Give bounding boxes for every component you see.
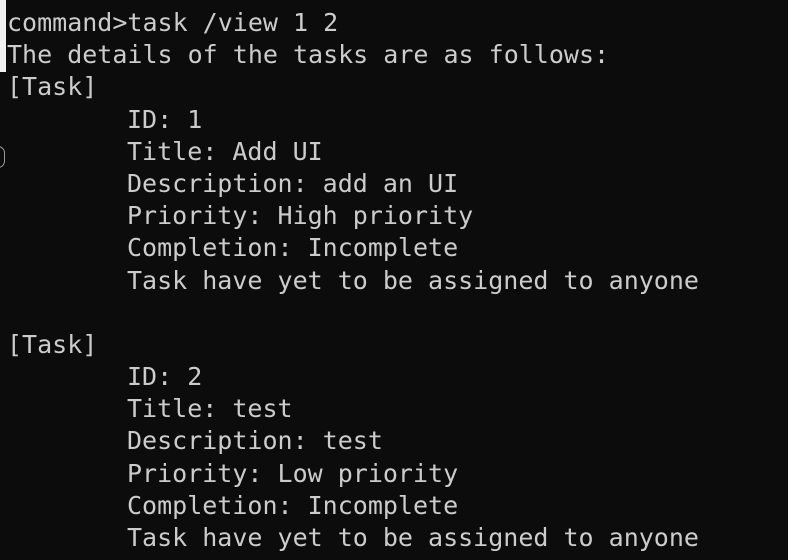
terminal-output: command>task /view 1 2 The details of th… <box>7 7 788 554</box>
edge-marker-icon <box>0 146 5 168</box>
task-title: Title: test <box>127 394 293 424</box>
task-assignment: Task have yet to be assigned to anyone <box>127 265 699 295</box>
terminal-window[interactable]: command>task /view 1 2 The details of th… <box>0 0 788 560</box>
task-title: Title: Add UI <box>127 136 323 166</box>
output-intro: The details of the tasks are as follows: <box>7 40 610 70</box>
task-description: Description: add an UI <box>127 168 459 198</box>
window-edge <box>0 0 6 72</box>
task-id: ID: 2 <box>127 362 203 392</box>
task-completion: Completion: Incomplete <box>127 490 459 520</box>
command-prompt-line[interactable]: command>task /view 1 2 <box>7 7 788 39</box>
task-id: ID: 1 <box>127 104 203 134</box>
task-priority: Priority: Low priority <box>127 458 459 488</box>
task-completion: Completion: Incomplete <box>127 233 459 263</box>
task-assignment: Task have yet to be assigned to anyone <box>127 523 699 552</box>
task-description: Description: test <box>127 426 383 456</box>
task-header: [Task] <box>7 329 98 359</box>
task-header: [Task] <box>7 72 98 102</box>
task-priority: Priority: High priority <box>127 201 474 231</box>
